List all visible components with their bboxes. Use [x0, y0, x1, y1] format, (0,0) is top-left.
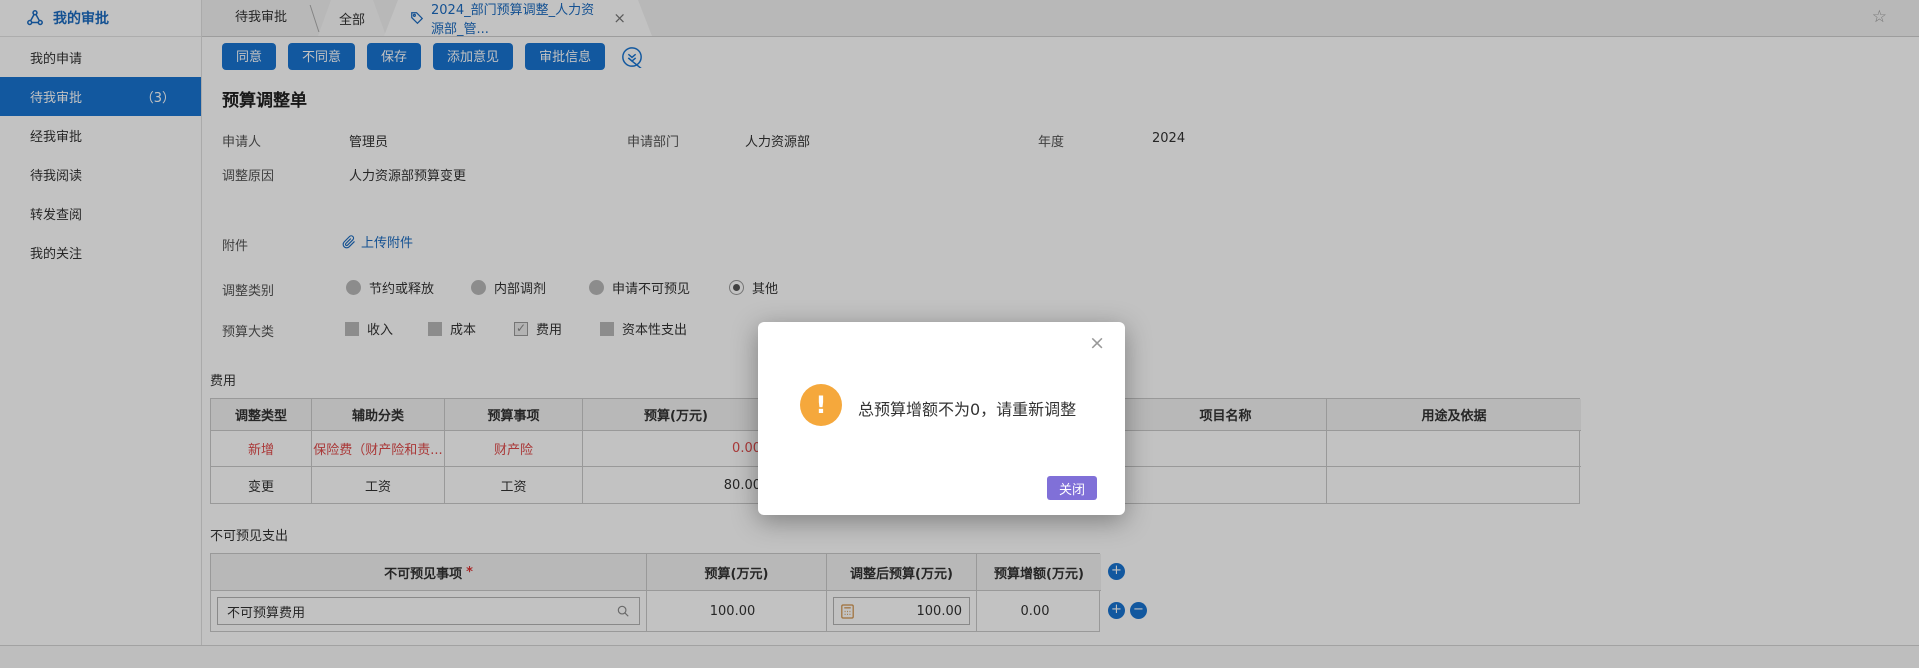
warning-dialog: × ! 总预算增额不为0，请重新调整 关闭 [758, 322, 1125, 515]
dialog-message: 总预算增额不为0，请重新调整 [858, 396, 1076, 420]
warning-icon: ! [800, 384, 842, 426]
dialog-close-icon[interactable]: × [1089, 332, 1105, 354]
dialog-close-button[interactable]: 关闭 [1047, 476, 1097, 500]
